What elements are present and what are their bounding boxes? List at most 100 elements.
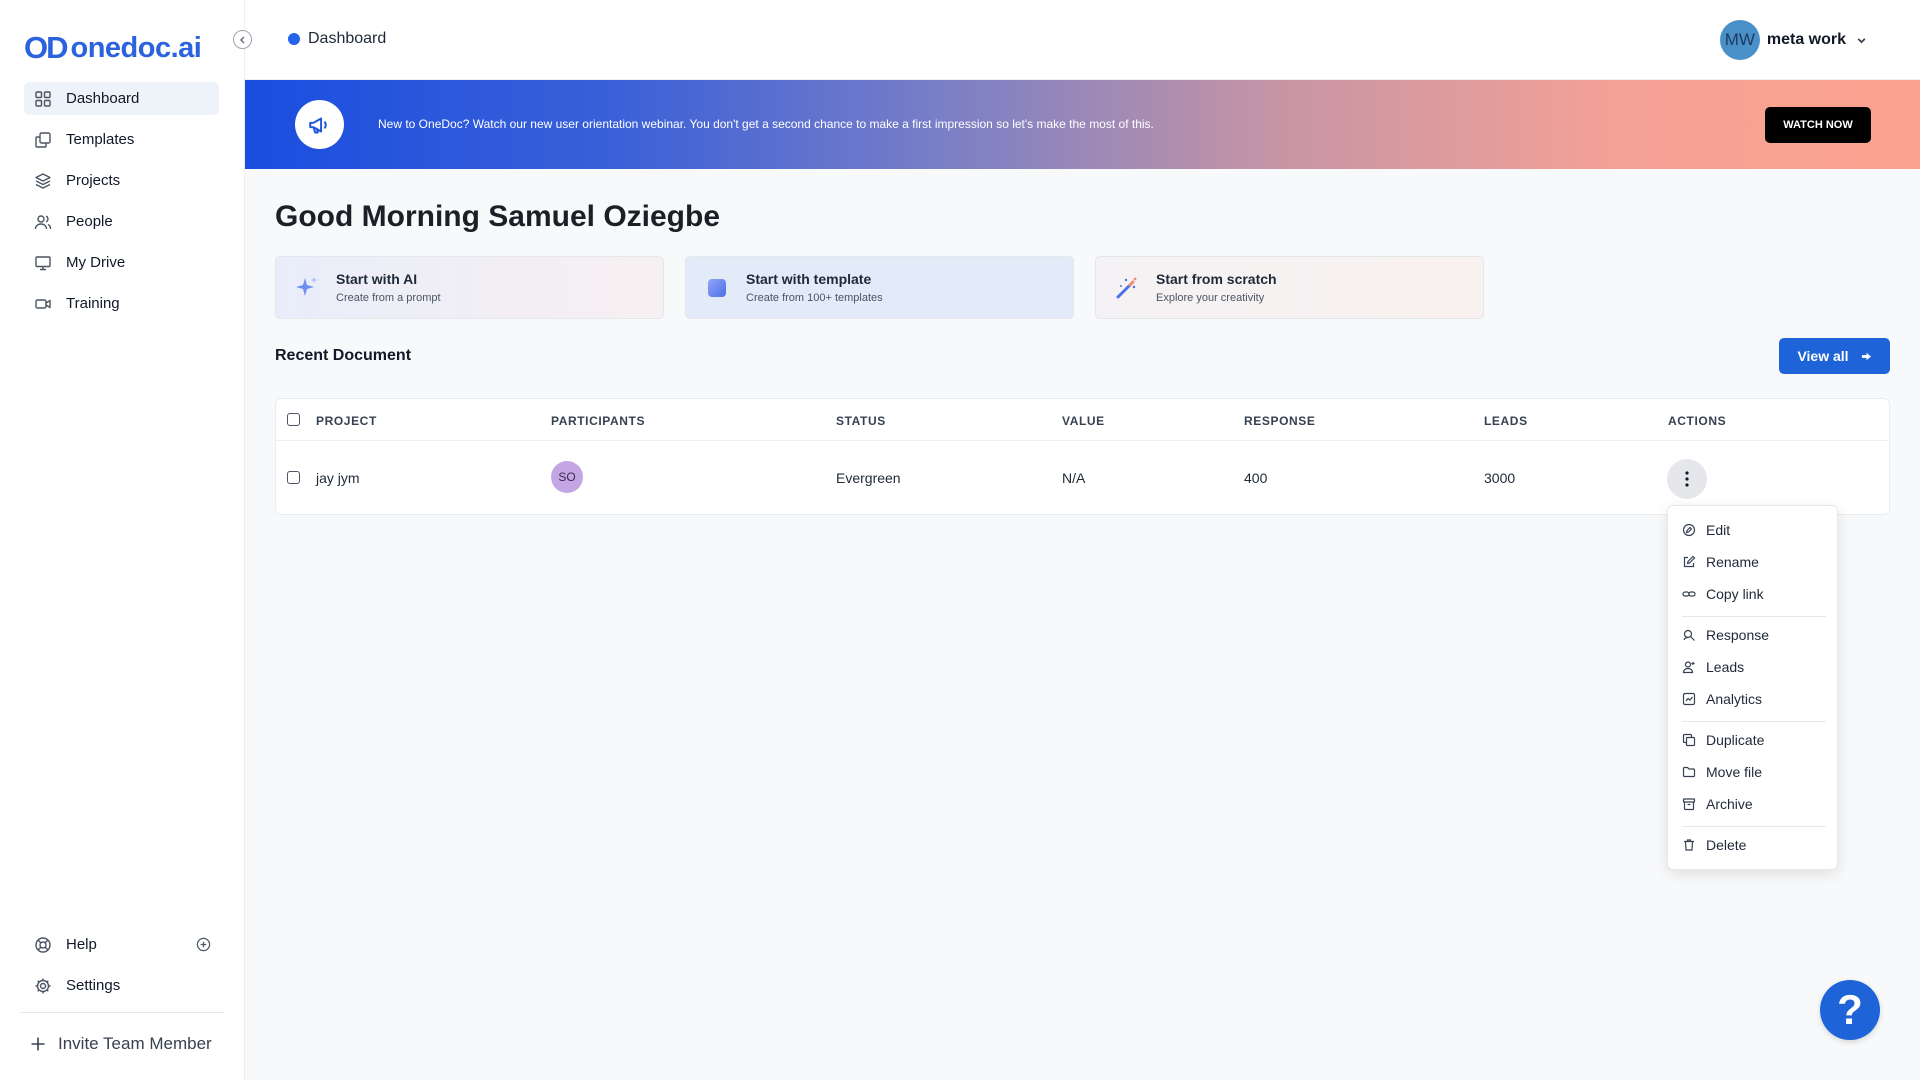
sidebar-item-people[interactable]: People: [24, 205, 219, 238]
card-title: Start with template: [746, 271, 872, 287]
sidebar-item-dashboard[interactable]: Dashboard: [24, 82, 219, 115]
template-square-icon: [702, 273, 732, 303]
column-header-project: PROJECT: [316, 414, 377, 428]
analytics-icon: [1682, 692, 1696, 706]
menu-item-analytics[interactable]: Analytics: [1682, 691, 1762, 707]
menu-item-label: Delete: [1706, 837, 1747, 853]
sidebar-item-label: My Drive: [66, 254, 126, 271]
magic-wand-icon: [1112, 273, 1142, 303]
sidebar-item-templates[interactable]: Templates: [24, 123, 219, 156]
sidebar-nav: Dashboard Templates Projects People My D…: [24, 82, 219, 328]
trash-icon: [1682, 838, 1696, 852]
quick-start-cards: Start with AI Create from a prompt Start…: [275, 256, 1505, 319]
view-all-label: View all: [1797, 348, 1849, 364]
watch-now-button[interactable]: WATCH NOW: [1765, 107, 1871, 143]
logo-text: onedoc.ai: [70, 31, 202, 64]
menu-divider: [1682, 616, 1826, 617]
pencil-square-icon: [1682, 555, 1696, 569]
lifebuoy-icon: [34, 936, 52, 954]
row-actions-button[interactable]: [1667, 459, 1707, 499]
sidebar-item-my-drive[interactable]: My Drive: [24, 246, 219, 279]
start-with-ai-card[interactable]: Start with AI Create from a prompt: [275, 256, 664, 319]
layers-icon: [34, 172, 52, 190]
card-title: Start with AI: [336, 271, 418, 287]
sidebar-item-label: Training: [66, 295, 120, 312]
sidebar-item-label: Dashboard: [66, 90, 140, 107]
menu-item-move-file[interactable]: Move file: [1682, 764, 1762, 780]
sidebar-item-settings[interactable]: Settings: [24, 969, 219, 1002]
people-icon: [34, 213, 52, 231]
arrow-right-icon: [1849, 351, 1872, 362]
copy-icon: [1682, 733, 1696, 747]
column-header-participants: PARTICIPANTS: [551, 414, 646, 428]
video-icon: [34, 295, 52, 313]
edit-circle-icon: [1682, 523, 1696, 537]
menu-item-label: Copy link: [1706, 586, 1764, 602]
column-header-actions: ACTIONS: [1668, 414, 1727, 428]
menu-item-label: Move file: [1706, 764, 1763, 780]
status-text: Evergreen: [836, 470, 901, 486]
more-vertical-icon: [1685, 471, 1689, 487]
gear-icon: [34, 977, 52, 995]
sidebar: OD onedoc.ai Dashboard Templates Project…: [0, 0, 245, 1080]
sidebar-item-projects[interactable]: Projects: [24, 164, 219, 197]
invite-team-member-button[interactable]: Invite Team Member: [30, 1034, 212, 1054]
start-with-template-card[interactable]: Start with template Create from 100+ tem…: [685, 256, 1074, 319]
project-name[interactable]: jay jym: [316, 470, 360, 486]
sidebar-item-training[interactable]: Training: [24, 287, 219, 320]
card-subtitle: Create from 100+ templates: [746, 292, 883, 304]
banner-text: New to OneDoc? Watch our new user orient…: [378, 117, 1154, 131]
sidebar-item-label: Settings: [66, 977, 121, 994]
table-row[interactable]: jay jym SO Evergreen N/A 400 3000: [276, 441, 1889, 515]
card-title: Start from scratch: [1156, 271, 1277, 287]
menu-item-rename[interactable]: Rename: [1682, 554, 1759, 570]
sidebar-item-help[interactable]: Help: [24, 928, 219, 961]
menu-item-delete[interactable]: Delete: [1682, 837, 1746, 853]
menu-item-archive[interactable]: Archive: [1682, 796, 1753, 812]
value-text: N/A: [1062, 470, 1086, 486]
column-header-leads: LEADS: [1484, 414, 1528, 428]
folder-icon: [1682, 765, 1696, 779]
menu-item-leads[interactable]: Leads: [1682, 659, 1744, 675]
sidebar-item-label: Help: [66, 936, 97, 953]
archive-icon: [1682, 797, 1696, 811]
select-all-checkbox[interactable]: [287, 413, 300, 426]
menu-item-label: Edit: [1706, 522, 1731, 538]
help-fab-button[interactable]: ?: [1820, 980, 1880, 1040]
menu-item-duplicate[interactable]: Duplicate: [1682, 732, 1764, 748]
chevron-left-icon: [238, 35, 248, 45]
table-header: PROJECT PARTICIPANTS STATUS VALUE RESPON…: [276, 399, 1889, 441]
templates-icon: [34, 131, 52, 149]
add-circle-icon[interactable]: [196, 937, 211, 952]
user-name: meta work: [1766, 31, 1846, 48]
view-all-button[interactable]: View all: [1779, 338, 1890, 374]
search-user-icon: [1682, 628, 1696, 642]
avatar: MW: [1719, 20, 1760, 60]
menu-item-response[interactable]: Response: [1682, 627, 1769, 643]
plus-icon: [30, 1036, 46, 1052]
user-menu[interactable]: MW meta work: [1719, 20, 1867, 60]
menu-item-label: Analytics: [1706, 691, 1763, 707]
topbar: Dashboard MW meta work: [245, 0, 1920, 80]
menu-item-label: Leads: [1706, 659, 1745, 675]
onedoc-logo[interactable]: OD onedoc.ai: [24, 30, 202, 66]
column-header-status: STATUS: [836, 414, 886, 428]
response-count: 400: [1244, 470, 1268, 486]
link-icon: [1682, 587, 1696, 601]
collapse-sidebar-button[interactable]: [233, 30, 252, 49]
menu-item-edit[interactable]: Edit: [1682, 522, 1730, 538]
start-from-scratch-card[interactable]: Start from scratch Explore your creativi…: [1095, 256, 1484, 319]
breadcrumb-label: Dashboard: [308, 30, 387, 47]
sparkle-icon: [292, 273, 322, 303]
menu-divider: [1682, 826, 1826, 827]
menu-item-label: Archive: [1706, 796, 1753, 812]
menu-item-label: Rename: [1706, 554, 1759, 570]
greeting-title: Good Morning Samuel Oziegbe: [275, 200, 721, 233]
row-checkbox[interactable]: [287, 471, 300, 484]
recent-documents-table: PROJECT PARTICIPANTS STATUS VALUE RESPON…: [275, 398, 1890, 515]
column-header-value: VALUE: [1062, 414, 1105, 428]
menu-item-label: Duplicate: [1706, 732, 1765, 748]
breadcrumb: Dashboard: [288, 30, 386, 48]
menu-item-copy-link[interactable]: Copy link: [1682, 586, 1764, 602]
sidebar-divider: [20, 1012, 224, 1013]
